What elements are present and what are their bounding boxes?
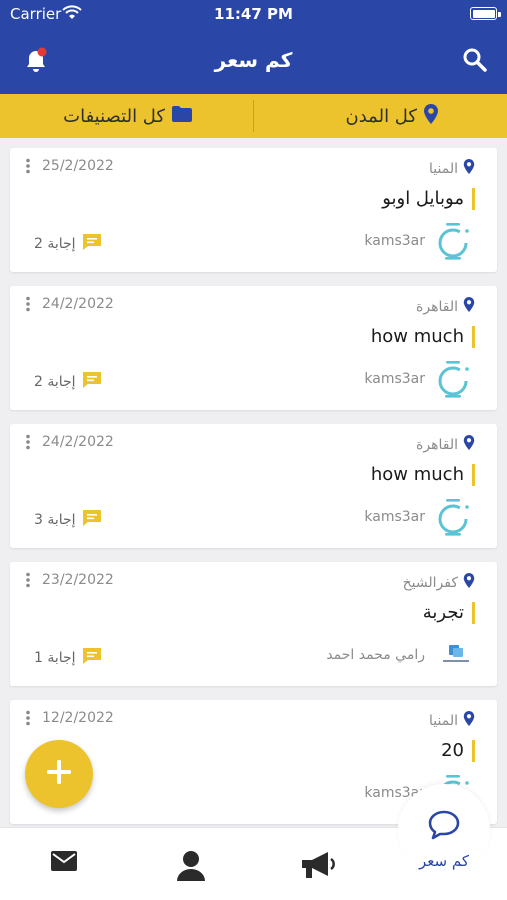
city-filter[interactable]: كل المدن bbox=[346, 94, 439, 138]
search-icon[interactable] bbox=[461, 46, 489, 74]
location-pin-icon bbox=[463, 434, 475, 455]
comment-icon bbox=[82, 233, 102, 255]
add-question-button[interactable] bbox=[25, 740, 93, 808]
folder-icon bbox=[171, 105, 193, 128]
author-name: kams3ar bbox=[364, 371, 425, 387]
nav-questions[interactable]: كم سعر bbox=[398, 808, 490, 870]
answers-label: 1 إجابة bbox=[34, 650, 76, 666]
author-name: kams3ar bbox=[364, 233, 425, 249]
location-label: كفرالشيخ bbox=[402, 574, 458, 591]
location-pin-icon bbox=[463, 710, 475, 731]
question-title[interactable]: 20 bbox=[441, 740, 475, 762]
question-location: كفرالشيخ bbox=[403, 572, 475, 593]
more-options-icon[interactable] bbox=[24, 296, 32, 312]
answers-count[interactable]: 3 إجابة bbox=[34, 509, 102, 531]
chat-icon bbox=[428, 810, 460, 840]
question-title[interactable]: how much bbox=[371, 464, 475, 486]
question-date: 23/2/2022 bbox=[42, 572, 114, 588]
location-label: القاهرة bbox=[416, 298, 458, 315]
page-title: كم سعر bbox=[214, 48, 293, 72]
question-date: 25/2/2022 bbox=[42, 158, 114, 174]
question-card[interactable]: 23/2/2022 كفرالشيخ تجربة 1 إجابة رامي مح… bbox=[10, 562, 497, 686]
logo-ring-icon bbox=[435, 221, 473, 261]
app-header: كم سعر bbox=[0, 30, 507, 94]
more-options-icon[interactable] bbox=[24, 434, 32, 450]
question-location: القاهرة bbox=[416, 296, 475, 317]
answers-label: 2 إجابة bbox=[34, 236, 76, 252]
category-filter-label: كل التصنيفات bbox=[63, 105, 165, 127]
person-icon bbox=[177, 851, 205, 881]
answers-count[interactable]: 2 إجابة bbox=[34, 371, 102, 393]
nav-profile[interactable] bbox=[136, 828, 246, 900]
question-date: 24/2/2022 bbox=[42, 296, 114, 312]
more-options-icon[interactable] bbox=[24, 572, 32, 588]
nav-ads[interactable] bbox=[263, 828, 373, 900]
plus-icon bbox=[44, 757, 74, 791]
city-filter-label: كل المدن bbox=[345, 105, 417, 127]
question-location: المنيا bbox=[429, 158, 475, 179]
question-location: القاهرة bbox=[416, 434, 475, 455]
question-title[interactable]: how much bbox=[371, 326, 475, 348]
comment-icon bbox=[82, 371, 102, 393]
user-avatar bbox=[439, 638, 473, 672]
location-label: القاهرة bbox=[416, 436, 458, 453]
megaphone-icon bbox=[302, 852, 335, 878]
comment-icon bbox=[82, 509, 102, 531]
question-title[interactable]: تجربة bbox=[423, 602, 475, 624]
question-card[interactable]: 24/2/2022 القاهرة how much 3 إجابة kams3… bbox=[10, 424, 497, 548]
status-bar: Carrier 11:47 PM bbox=[0, 0, 507, 30]
answers-count[interactable]: 2 إجابة bbox=[34, 233, 102, 255]
filter-divider bbox=[253, 100, 254, 132]
status-time: 11:47 PM bbox=[214, 5, 293, 23]
comment-icon bbox=[82, 647, 102, 669]
location-label: المنيا bbox=[429, 712, 458, 729]
location-pin-icon bbox=[463, 296, 475, 317]
question-location: المنيا bbox=[429, 710, 475, 731]
question-card[interactable]: 24/2/2022 القاهرة how much 2 إجابة kams3… bbox=[10, 286, 497, 410]
more-options-icon[interactable] bbox=[24, 710, 32, 726]
question-date: 12/2/2022 bbox=[42, 710, 114, 726]
filter-bar: كل التصنيفات كل المدن bbox=[0, 94, 507, 138]
answers-label: 3 إجابة bbox=[34, 512, 76, 528]
answers-count[interactable]: 1 إجابة bbox=[34, 647, 102, 669]
nav-active-label: كم سعر bbox=[419, 852, 469, 870]
question-title[interactable]: موبايل اوبو bbox=[382, 188, 475, 210]
question-date: 24/2/2022 bbox=[42, 434, 114, 450]
nav-messages[interactable] bbox=[9, 828, 119, 900]
author-name: رامي محمد احمد bbox=[326, 647, 425, 663]
mail-icon bbox=[51, 851, 77, 871]
location-pin-icon bbox=[423, 103, 439, 130]
location-pin-icon bbox=[463, 158, 475, 179]
location-pin-icon bbox=[463, 572, 475, 593]
location-label: المنيا bbox=[429, 160, 458, 177]
question-card[interactable]: 25/2/2022 المنيا موبايل اوبو 2 إجابة kam… bbox=[10, 148, 497, 272]
answers-label: 2 إجابة bbox=[34, 374, 76, 390]
category-filter[interactable]: كل التصنيفات bbox=[63, 94, 193, 138]
battery-icon bbox=[470, 7, 497, 20]
author-name: kams3ar bbox=[364, 509, 425, 525]
more-options-icon[interactable] bbox=[24, 158, 32, 174]
logo-ring-icon bbox=[435, 497, 473, 537]
logo-ring-icon bbox=[435, 359, 473, 399]
